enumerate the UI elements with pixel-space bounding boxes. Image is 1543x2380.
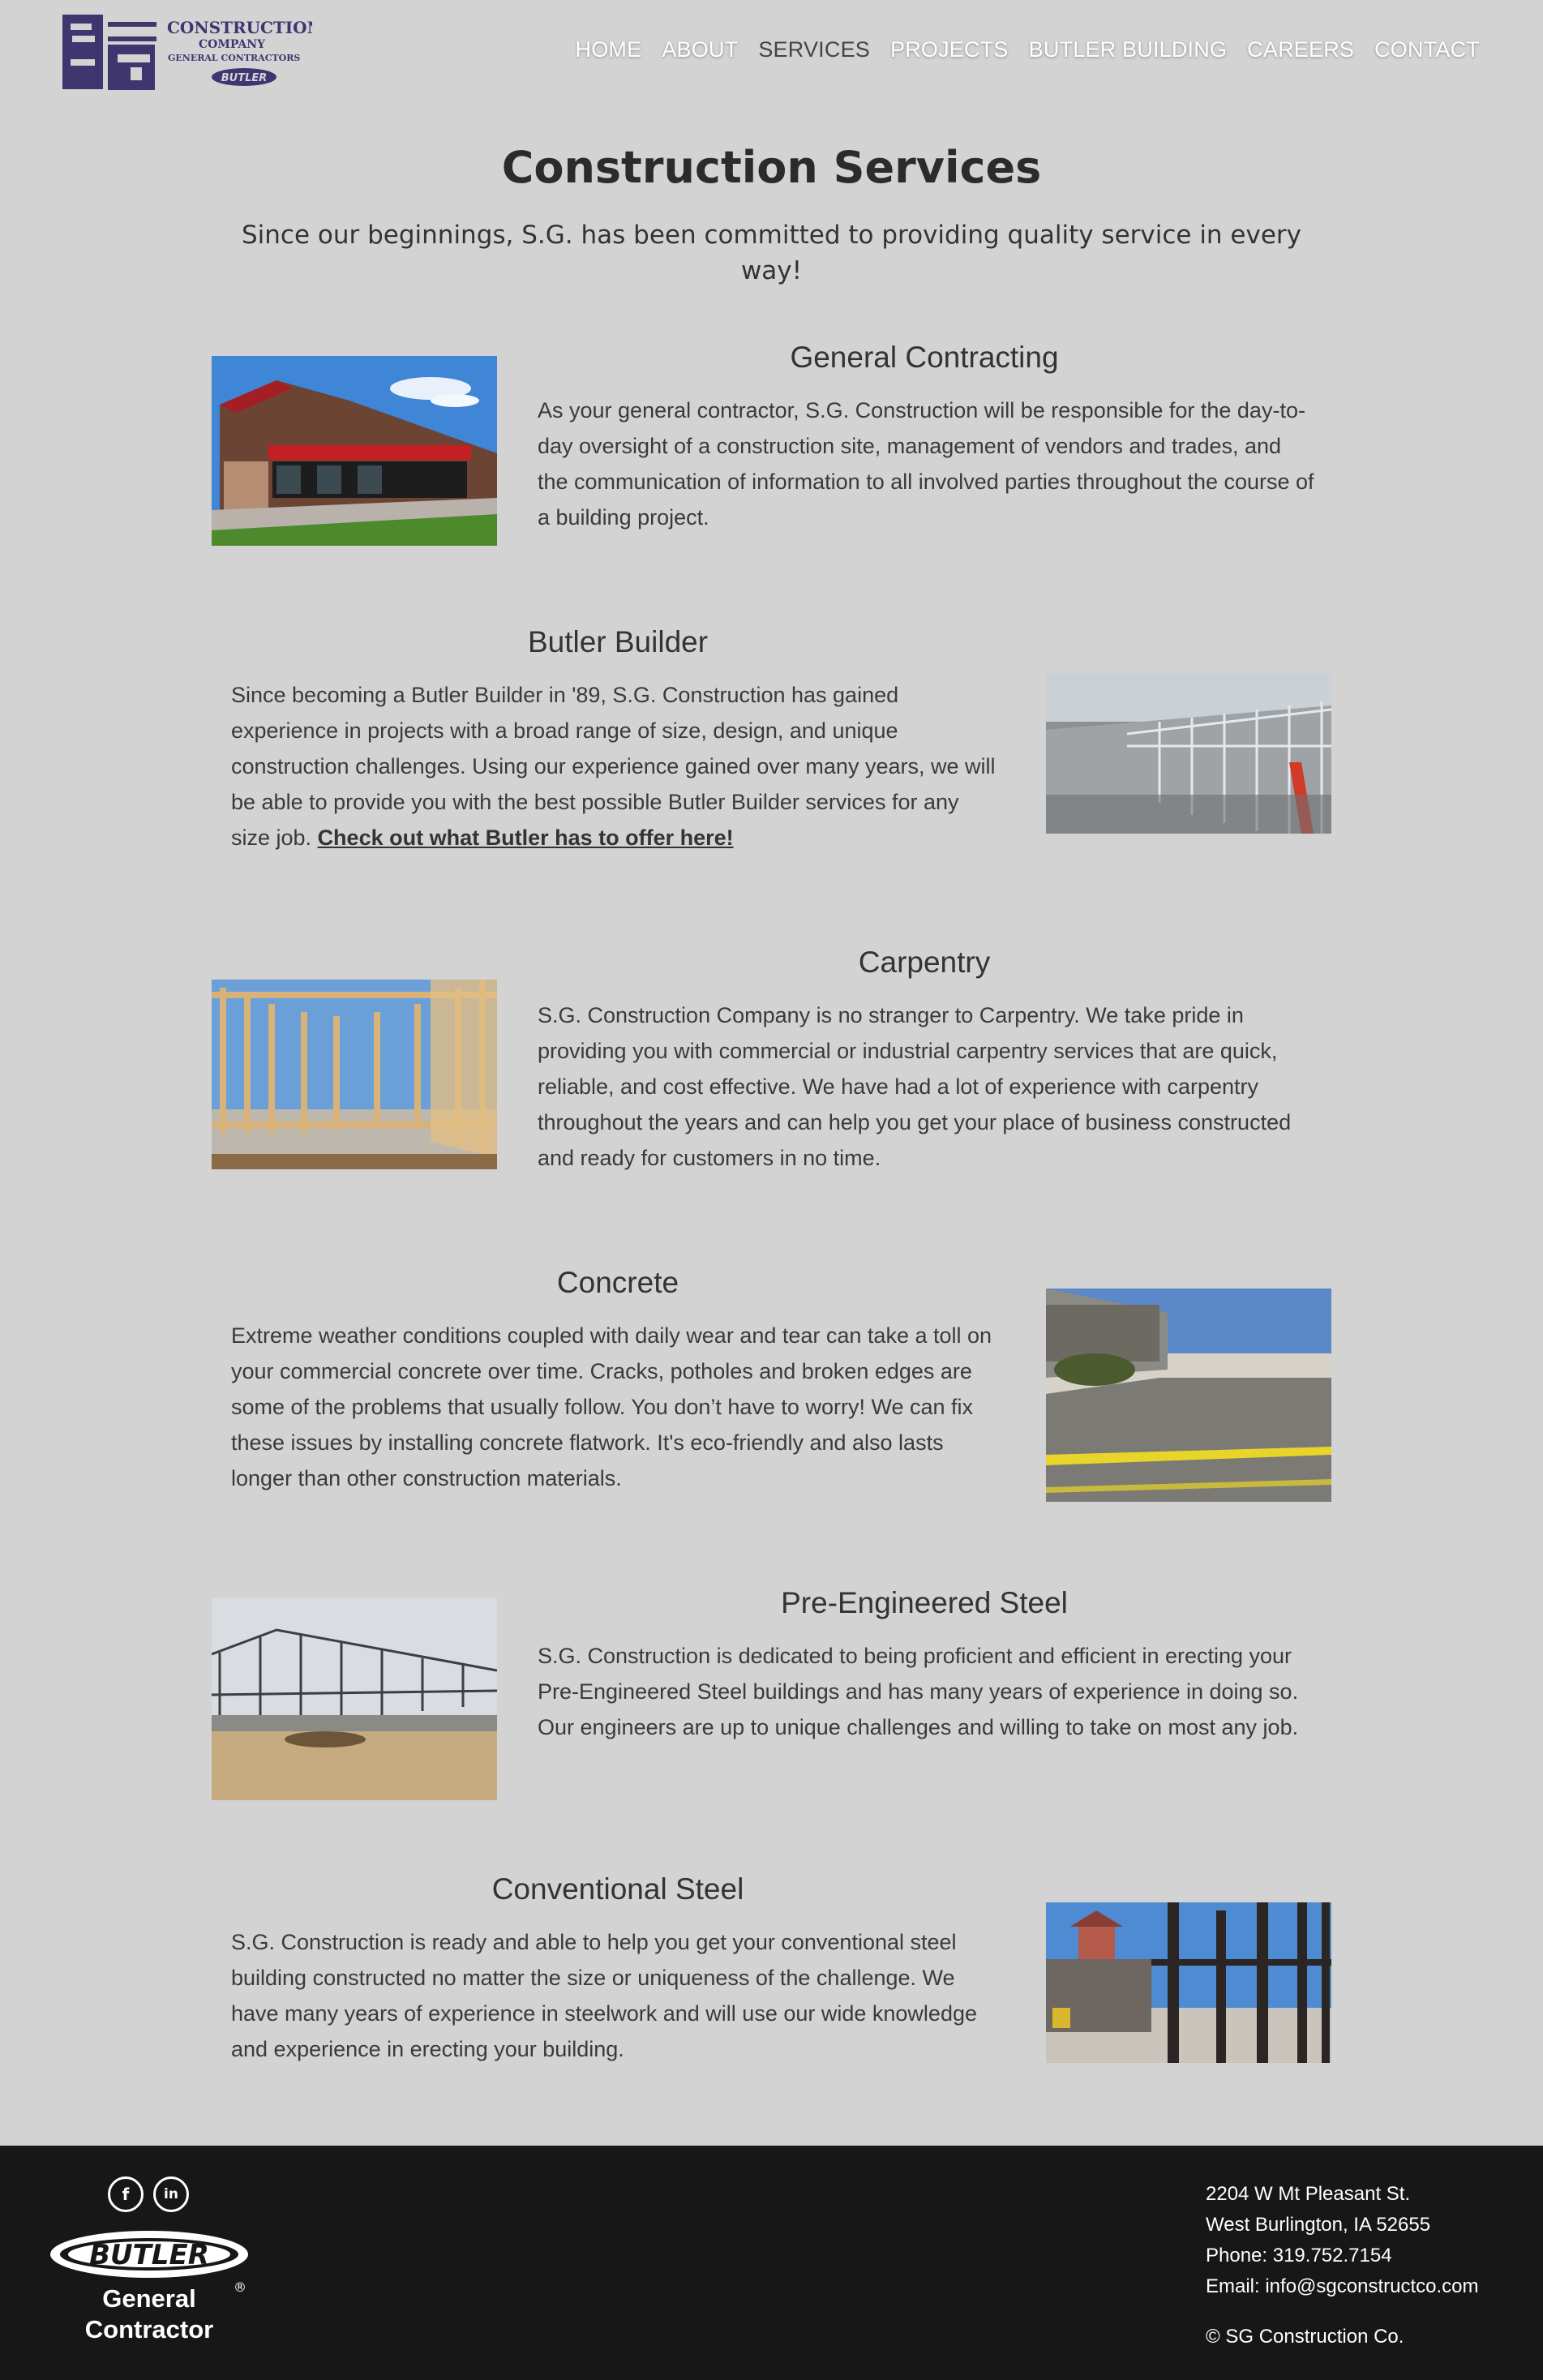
- storefront-photo: [212, 356, 497, 546]
- butler-offer-link[interactable]: Check out what Butler has to offer here!: [318, 825, 734, 850]
- badge-name: BUTLER: [89, 2239, 209, 2271]
- nav-projects[interactable]: PROJECTS: [890, 37, 1009, 62]
- logo-line1: CONSTRUCTION: [167, 18, 312, 37]
- site-footer: f in BUTLER General Contractor ® 2204 W …: [0, 2146, 1543, 2380]
- service-text: S.G. Construction is dedicated to being …: [538, 1644, 1299, 1739]
- nav-careers[interactable]: CAREERS: [1247, 37, 1354, 62]
- concrete-driveway-photo: [1046, 1289, 1331, 1502]
- service-title: Pre-Engineered Steel: [781, 1586, 1068, 1619]
- steel-columns-photo: [1046, 1902, 1331, 2063]
- email[interactable]: Email: info@sgconstructco.com: [1206, 2271, 1478, 2302]
- badge-line2: Contractor: [85, 2315, 213, 2344]
- service-title: Carpentry: [858, 946, 991, 979]
- facebook-icon[interactable]: f: [108, 2176, 144, 2212]
- nav-about[interactable]: ABOUT: [662, 37, 738, 62]
- address-line2: West Burlington, IA 52655: [1206, 2214, 1431, 2236]
- service-text: S.G. Construction is ready and able to h…: [231, 1930, 977, 2061]
- social-links: f in: [108, 2176, 189, 2212]
- logo-line3: GENERAL CONTRACTORS: [168, 53, 300, 63]
- main-nav: HOME ABOUT SERVICES PROJECTS BUTLER BUIL…: [576, 37, 1481, 62]
- contact-info: 2204 W Mt Pleasant St. West Burlington, …: [1206, 2179, 1478, 2302]
- copyright: © SG Construction Co.: [1206, 2326, 1404, 2348]
- badge-line1: General: [102, 2284, 195, 2313]
- service-text: S.G. Construction Company is no stranger…: [538, 1003, 1292, 1170]
- registered-mark: ®: [234, 2279, 246, 2295]
- service-text: Since becoming a Butler Builder in '89, …: [231, 677, 1001, 856]
- page-subtitle: Since our beginnings, S.G. has been comm…: [241, 221, 1302, 285]
- site-header: CONSTRUCTION COMPANY GENERAL CONTRACTORS…: [0, 0, 1543, 105]
- butler-general-contractor-badge: BUTLER General Contractor ®: [50, 2231, 248, 2344]
- service-title: Butler Builder: [527, 625, 709, 658]
- nav-home[interactable]: HOME: [576, 37, 642, 62]
- service-title: Conventional Steel: [491, 1872, 744, 1906]
- address-line1: 2204 W Mt Pleasant St.: [1206, 2183, 1411, 2205]
- sg-construction-logo[interactable]: CONSTRUCTION COMPANY GENERAL CONTRACTORS…: [61, 12, 312, 93]
- page-title: Construction Services: [501, 142, 1042, 193]
- nav-butler-building[interactable]: BUTLER BUILDING: [1029, 37, 1228, 62]
- wood-framing-photo: [212, 980, 497, 1169]
- service-text: As your general contractor, S.G. Constru…: [538, 398, 1314, 530]
- steel-frame-photo: [212, 1597, 497, 1800]
- service-text: Extreme weather conditions coupled with …: [231, 1323, 992, 1490]
- steel-roof-photo: [1046, 673, 1331, 834]
- nav-services[interactable]: SERVICES: [758, 37, 870, 62]
- phone[interactable]: Phone: 319.752.7154: [1206, 2241, 1478, 2271]
- logo-line2: COMPANY: [199, 38, 266, 51]
- linkedin-icon[interactable]: in: [153, 2176, 189, 2212]
- nav-contact[interactable]: CONTACT: [1374, 37, 1480, 62]
- service-title: General Contracting: [790, 341, 1059, 374]
- service-title: Concrete: [556, 1266, 679, 1299]
- logo-badge: BUTLER: [221, 72, 268, 84]
